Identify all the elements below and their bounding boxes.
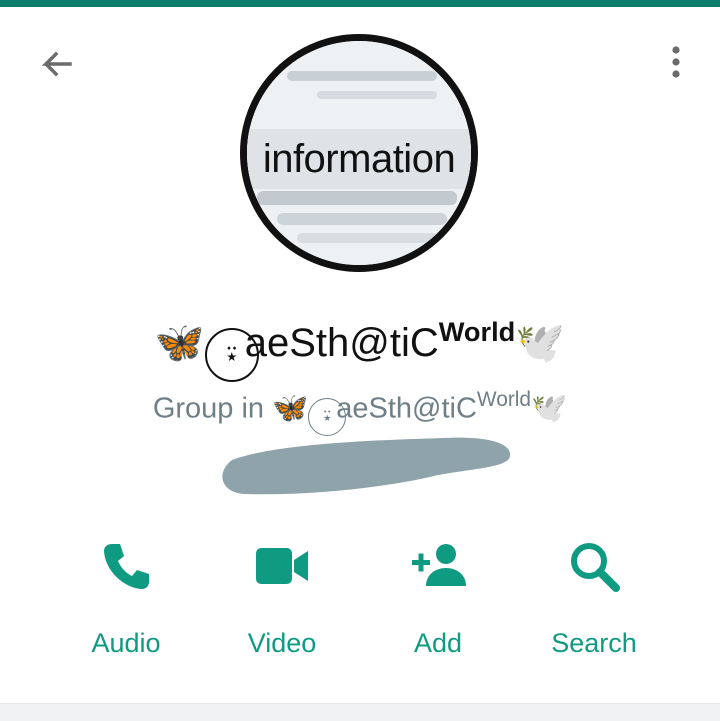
group-avatar[interactable]: information — [240, 34, 478, 272]
arrow-left-icon — [41, 51, 72, 77]
search-icon — [571, 543, 620, 592]
audio-label: Audio — [91, 628, 161, 658]
dove-emoji: 🕊️ — [515, 320, 566, 365]
videocam-icon — [256, 548, 308, 584]
status-strip — [0, 0, 720, 7]
group-name-sup: World — [438, 316, 516, 347]
video-label: Video — [247, 628, 317, 658]
add-participant-button[interactable]: Add — [368, 538, 508, 668]
subtitle-dove: 🕊️ — [531, 392, 568, 425]
search-label: Search — [551, 628, 637, 658]
back-button[interactable] — [34, 44, 78, 88]
search-button[interactable]: Search — [524, 538, 664, 668]
subtitle-butterfly: 🦋 — [272, 392, 309, 425]
redacted-info — [222, 437, 511, 495]
subtitle-prefix: Group in — [152, 392, 273, 425]
video-call-button[interactable]: Video — [212, 538, 352, 668]
audio-call-button[interactable]: Audio — [56, 538, 196, 668]
group-name-text: aeSth@tiC — [244, 320, 439, 365]
group-subtitle: Group in 🦋 ⍣ aeSth@tiCWorld🕊️ — [0, 388, 720, 437]
subtitle-sup: World — [476, 388, 532, 411]
butterfly-emoji: 🦋 — [154, 320, 205, 365]
more-vert-icon — [672, 46, 680, 78]
avatar-image-text: information — [247, 129, 471, 189]
section-divider — [0, 703, 720, 721]
group-name: 🦋 ⍣ aeSth@tiCWorld🕊️ — [0, 316, 720, 382]
subtitle-name: aeSth@tiC — [336, 392, 477, 425]
add-person-icon — [412, 544, 466, 586]
add-label: Add — [413, 628, 463, 658]
phone-icon — [104, 544, 149, 589]
more-options-button[interactable] — [656, 44, 696, 84]
